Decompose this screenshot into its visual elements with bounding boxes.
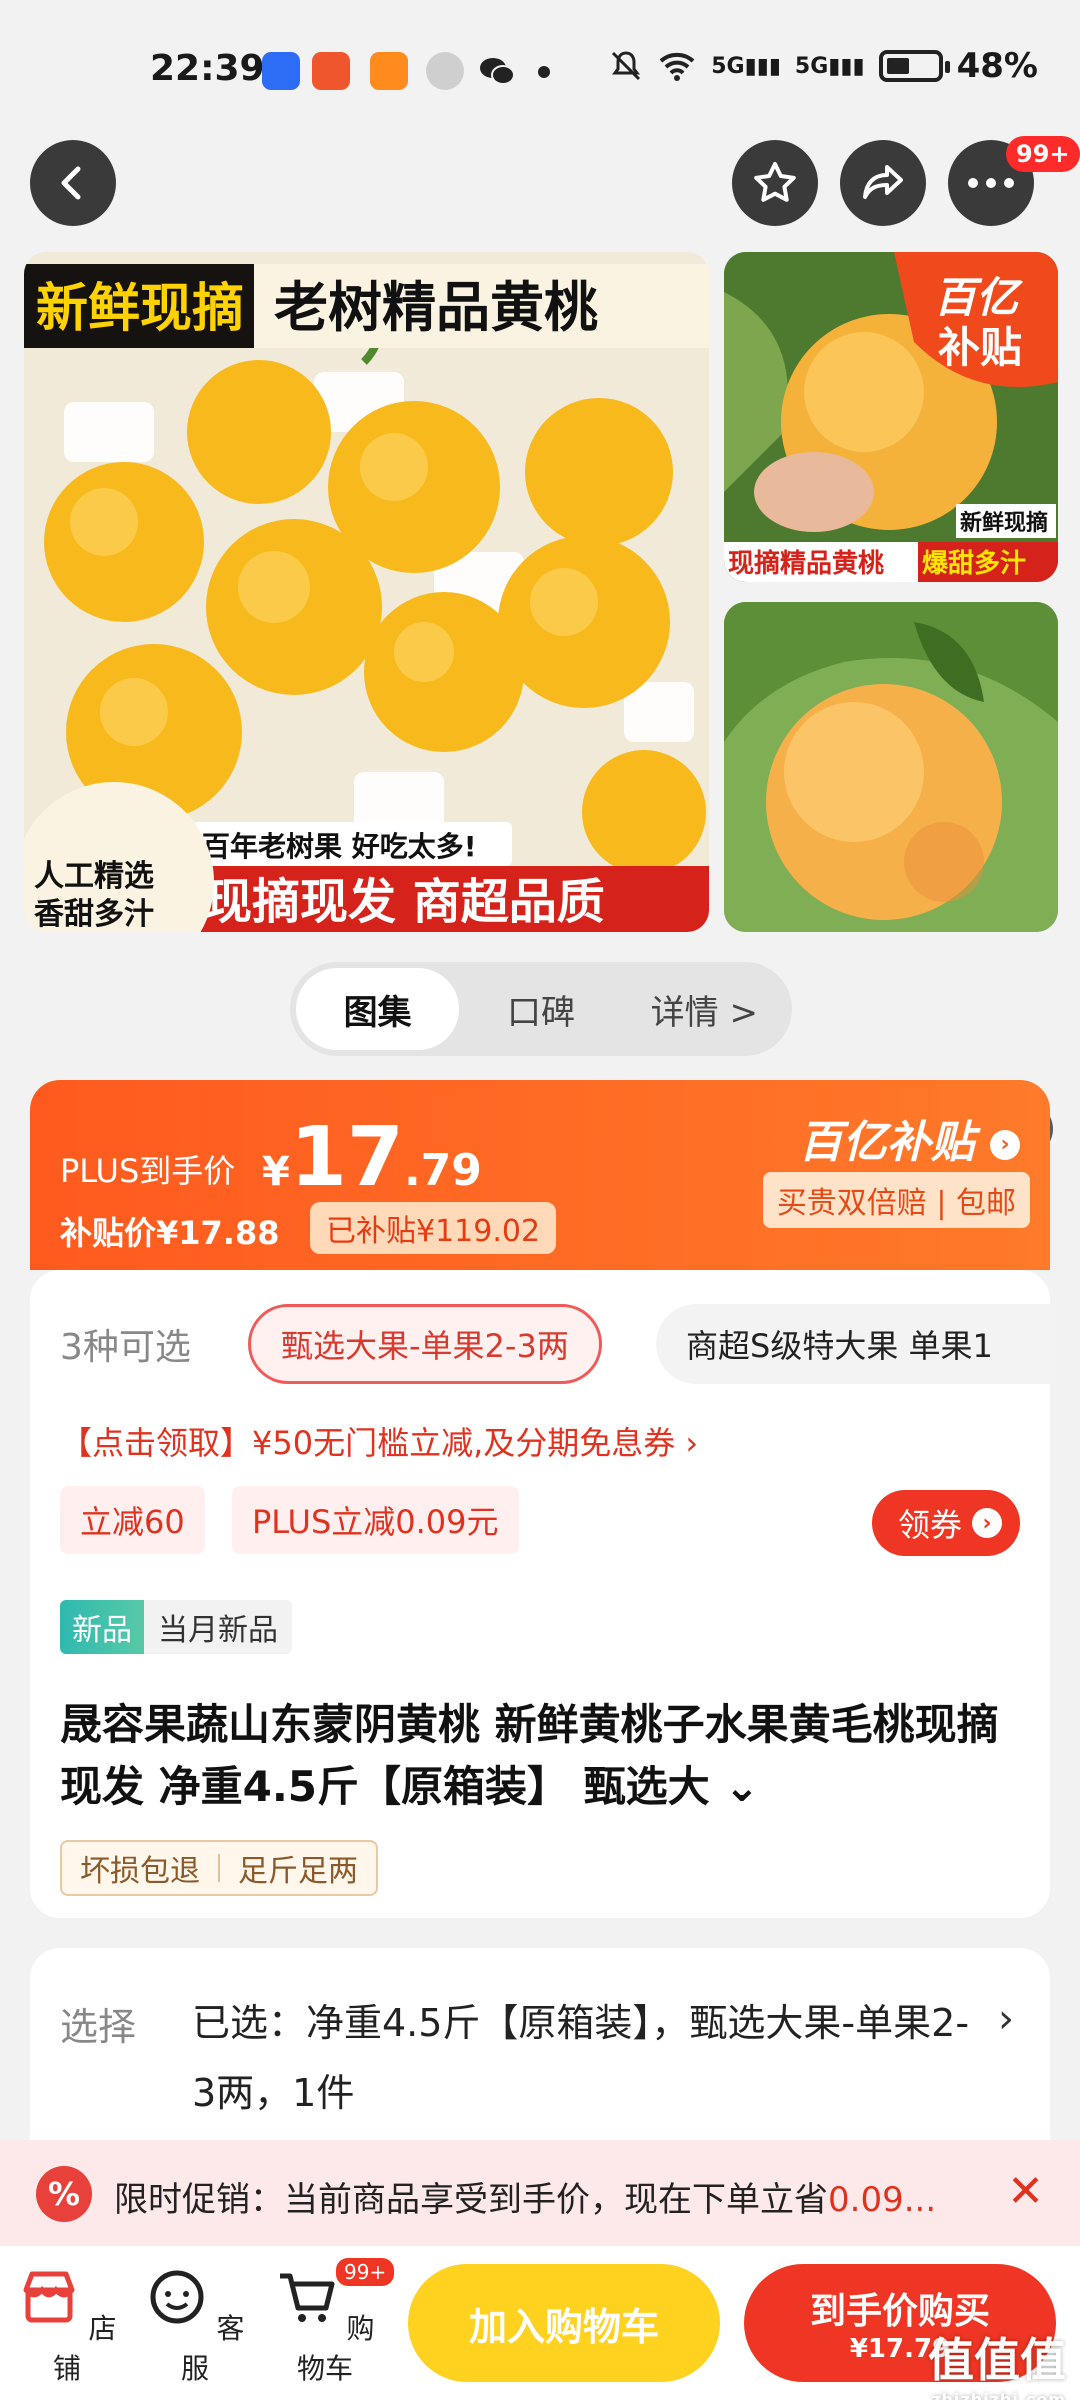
subsidy-badge-line2: 补贴	[938, 323, 1022, 372]
notification-dot	[538, 66, 550, 78]
thumb-caption-left: 现摘精品黄桃	[728, 548, 884, 579]
discount-tag-60: 立减60	[60, 1486, 205, 1554]
subsidy-badge-line1: 百亿	[934, 273, 1024, 322]
status-time: 22:39	[150, 48, 265, 89]
cart-button[interactable]: 99+ 购物车	[270, 2256, 397, 2387]
favorite-button[interactable]	[732, 140, 818, 226]
promo-banner[interactable]: % 限时促销：当前商品享受到手价，现在下单立省0.09... ✕	[0, 2140, 1080, 2246]
option-count: 3种可选	[60, 1327, 191, 1368]
wifi-icon	[659, 52, 695, 81]
customer-service-button[interactable]: 客服	[140, 2266, 250, 2387]
option-chip-2[interactable]: 商超S级特大果 单果1	[656, 1304, 1050, 1384]
banner-fresh-picked: 新鲜现摘	[36, 279, 244, 339]
chat-face-icon	[150, 2270, 204, 2324]
promo-text: 限时促销：当前商品享受到手价，现在下单立省0.09...	[114, 2180, 937, 2220]
watermark: 值值值 zhizhizhi.com	[928, 2333, 1066, 2400]
tab-reviews[interactable]: 口碑	[459, 968, 622, 1050]
price-banner: PLUS到手价 ¥17.79 补贴价¥17.88 已补贴¥119.02 百亿补贴…	[30, 1080, 1050, 1270]
chevron-right-icon: ›	[990, 1130, 1020, 1160]
store-icon	[23, 2271, 75, 2323]
subsidized-amount: 已补贴¥119.02	[310, 1202, 557, 1254]
share-button[interactable]	[840, 140, 926, 226]
gallery-tabs: 图集 口碑 详情 >	[290, 962, 792, 1056]
realme-app-icon	[426, 52, 464, 90]
baidu-app-icon	[262, 52, 300, 90]
tab-gallery[interactable]: 图集	[296, 968, 460, 1050]
price-decimal: .79	[403, 1145, 482, 1196]
chevron-right-icon: ›	[972, 1508, 1002, 1538]
store-button[interactable]: 店铺	[12, 2266, 122, 2387]
subsidy-price: 补贴价¥17.88	[60, 1214, 280, 1252]
selection-label: 选择	[60, 2005, 137, 2049]
close-icon[interactable]: ✕	[1007, 2166, 1044, 2217]
star-icon	[754, 162, 796, 202]
slogan-bottom: 现摘现发 商超品质	[204, 874, 605, 930]
billion-subsidy-link[interactable]: 百亿补贴 ›	[799, 1106, 1020, 1170]
bottom-action-bar: 店铺 客服 99+ 购物车 加入购物车 到手价购买 ¥17.79	[0, 2246, 1080, 2400]
signal-icon: 5G▮▮▮	[711, 53, 781, 79]
add-to-cart-button[interactable]: 加入购物车	[408, 2264, 720, 2382]
orange-app-icon	[370, 52, 408, 90]
product-info-card: 3种可选 甄选大果-单果2-3两 商超S级特大果 单果1 【点击领取】¥50无门…	[30, 1270, 1050, 1918]
signal-icon: 5G▮▮▮	[794, 53, 865, 79]
slogan-top: 百年老树果 好吃太多!	[202, 830, 477, 863]
product-image-thumb-1[interactable]: 百亿 补贴 新鲜现摘 现摘精品黄桃 爆甜多汁	[724, 252, 1058, 582]
more-icon	[968, 178, 1014, 188]
share-icon	[863, 165, 903, 199]
product-title[interactable]: 晟容果蔬山东蒙阴黄桃 新鲜黄桃子水果黄毛桃现摘现发 净重4.5斤【原箱装】 甄选…	[60, 1694, 1020, 1818]
service-guarantees[interactable]: 坏损包退 足斤足两	[60, 1840, 378, 1896]
battery-percent: 48%	[956, 46, 1038, 86]
man-app-icon	[312, 52, 350, 90]
price-integer: 17	[289, 1110, 404, 1205]
guarantee-tag: 买贵双倍赔 | 包邮	[762, 1172, 1030, 1228]
coupon-claim-link[interactable]: 【点击领取】¥50无门槛立减,及分期免息券 ›	[60, 1418, 698, 1464]
option-chip-selected[interactable]: 甄选大果-单果2-3两	[248, 1304, 602, 1384]
price-currency: ¥	[262, 1149, 290, 1195]
back-arrow-icon	[61, 166, 81, 200]
chevron-right-icon: ›	[998, 1996, 1014, 2042]
wechat-icon	[478, 52, 516, 90]
get-coupon-button[interactable]: 领券 ›	[871, 1490, 1020, 1556]
battery-icon	[878, 50, 950, 82]
selection-text: 已选：净重4.5斤【原箱装】，甄选大果-单果2-3两，1件	[192, 2001, 970, 2115]
thumb-label-small: 新鲜现摘	[960, 510, 1048, 536]
plus-price-label: PLUS到手价	[60, 1152, 236, 1190]
more-badge: 99+	[1006, 136, 1080, 172]
cart-badge: 99+	[334, 2256, 397, 2288]
percent-icon: %	[36, 2166, 92, 2222]
back-button[interactable]	[30, 140, 116, 226]
product-image-main[interactable]: 新鲜现摘 老树精品黄桃 百年老树果 好吃太多! 现摘现发 商超品质 人工精选 香…	[24, 252, 709, 932]
plus-discount-tag: PLUS立减0.09元	[232, 1486, 519, 1554]
tab-details[interactable]: 详情 >	[623, 968, 786, 1050]
banner-premium-peach: 老树精品黄桃	[274, 276, 598, 339]
cart-icon	[279, 2273, 335, 2322]
product-image-thumb-2[interactable]	[724, 602, 1058, 932]
circle-text-2: 香甜多汁	[34, 897, 154, 932]
status-bar: 22:39 5G▮▮▮ 5G▮▮▮ 48%	[0, 0, 1080, 130]
mute-icon	[612, 51, 641, 81]
thumb-caption-right: 爆甜多汁	[922, 549, 1026, 579]
circle-text-1: 人工精选	[34, 859, 154, 894]
product-gallery[interactable]: 新鲜现摘 老树精品黄桃 百年老树果 好吃太多! 现摘现发 商超品质 人工精选 香…	[0, 246, 1080, 1156]
price-value: ¥17.79	[262, 1110, 482, 1205]
new-product-tag: 新品 当月新品	[60, 1600, 292, 1654]
